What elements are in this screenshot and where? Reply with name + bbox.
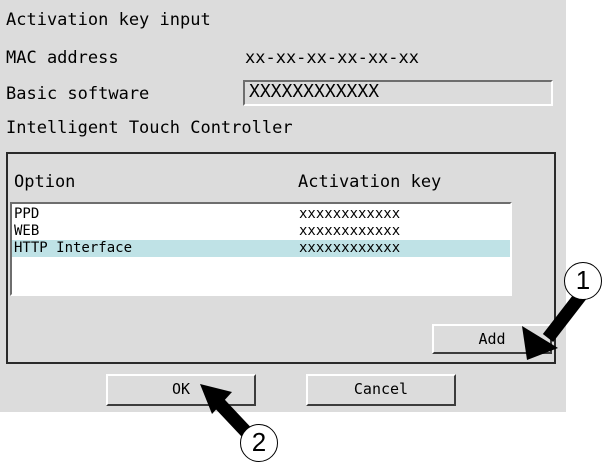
callout-2: 2 bbox=[240, 424, 278, 462]
arrow-to-ok-icon bbox=[200, 384, 255, 441]
callout-1: 1 bbox=[564, 262, 602, 300]
arrow-to-add-icon bbox=[522, 290, 588, 360]
annotation-arrows bbox=[200, 290, 588, 441]
